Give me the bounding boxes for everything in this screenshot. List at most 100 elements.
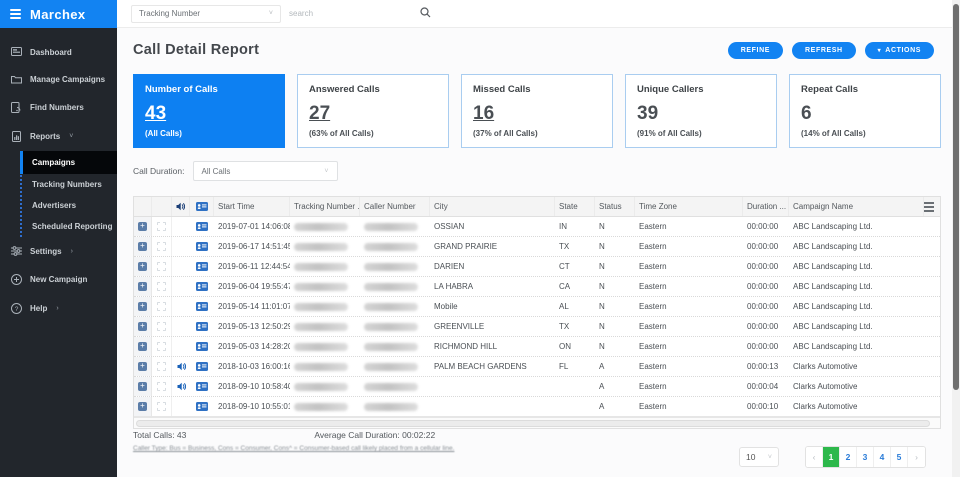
- cell-duration: 00:00:00: [747, 242, 779, 251]
- expand-row-button[interactable]: +: [138, 382, 147, 391]
- stat-card-unique-callers[interactable]: Unique Callers 39 (91% of All Calls): [625, 74, 777, 148]
- column-header-time-zone[interactable]: Time Zone: [635, 197, 743, 216]
- sidebar-item-manage-campaigns[interactable]: Manage Campaigns: [0, 66, 117, 93]
- search-type-select[interactable]: Tracking Number ˅: [131, 4, 281, 23]
- row-checkbox[interactable]: [157, 282, 166, 291]
- sidebar-item-find-numbers[interactable]: Find Numbers: [0, 93, 117, 122]
- refine-button[interactable]: REFINE: [727, 42, 784, 59]
- contact-card-icon[interactable]: [196, 382, 208, 391]
- column-header-state[interactable]: State: [555, 197, 595, 216]
- sidebar-item-advertisers[interactable]: Advertisers: [22, 195, 117, 216]
- expand-row-button[interactable]: +: [138, 242, 147, 251]
- stat-card-number-of-calls[interactable]: Number of Calls 43 (All Calls): [133, 74, 285, 148]
- table-row[interactable]: + 2019-05-03 14:28:20 RICHMOND HILL ON N…: [134, 337, 940, 357]
- hamburger-menu-icon[interactable]: [10, 9, 21, 19]
- table-row[interactable]: + 2019-06-11 12:44:54 DARIEN CT N Easter…: [134, 257, 940, 277]
- horizontal-scrollbar-thumb[interactable]: [136, 420, 930, 427]
- page-button-1[interactable]: 1: [823, 447, 840, 467]
- table-row[interactable]: + 2019-05-14 11:01:07 Mobile AL N Easter…: [134, 297, 940, 317]
- table-row[interactable]: + 2018-09-10 10:58:40 A Eastern 00:00:04…: [134, 377, 940, 397]
- stat-card-value[interactable]: 27: [309, 103, 330, 125]
- topbar: Tracking Number ˅: [117, 0, 960, 28]
- action-buttons: REFINE REFRESH ▾ ACTIONS: [727, 42, 934, 59]
- row-checkbox[interactable]: [157, 362, 166, 371]
- expand-row-button[interactable]: +: [138, 282, 147, 291]
- column-header-duration[interactable]: Duration ...: [743, 197, 789, 216]
- stat-card-value[interactable]: 43: [145, 103, 166, 125]
- actions-button-label: ACTIONS: [885, 47, 921, 54]
- sidebar-item-settings[interactable]: Settings ›: [0, 237, 117, 265]
- row-checkbox[interactable]: [157, 402, 166, 411]
- cell-state: [555, 377, 595, 396]
- row-checkbox[interactable]: [157, 302, 166, 311]
- table-row[interactable]: + 2019-05-13 12:50:29 GREENVILLE TX N Ea…: [134, 317, 940, 337]
- stat-card-repeat-calls[interactable]: Repeat Calls 6 (14% of All Calls): [789, 74, 941, 148]
- page-button-2[interactable]: 2: [840, 447, 857, 467]
- vertical-scrollbar-thumb[interactable]: [953, 4, 959, 390]
- expand-row-button[interactable]: +: [138, 262, 147, 271]
- page-button-5[interactable]: 5: [891, 447, 908, 467]
- page-button-4[interactable]: 4: [874, 447, 891, 467]
- expand-row-button[interactable]: +: [138, 342, 147, 351]
- column-header-city[interactable]: City: [430, 197, 555, 216]
- stat-card-missed-calls[interactable]: Missed Calls 16 (37% of All Calls): [461, 74, 613, 148]
- prev-page-button[interactable]: ‹: [806, 447, 823, 467]
- stat-card-caption: (63% of All Calls): [309, 129, 374, 138]
- horizontal-scrollbar[interactable]: [134, 417, 940, 428]
- page-button-3[interactable]: 3: [857, 447, 874, 467]
- call-duration-select[interactable]: All Calls ˅: [192, 161, 338, 181]
- contact-card-icon[interactable]: [196, 342, 208, 351]
- column-header-start-time[interactable]: Start Time: [214, 197, 290, 216]
- stat-card-answered-calls[interactable]: Answered Calls 27 (63% of All Calls): [297, 74, 449, 148]
- column-header-status[interactable]: Status: [595, 197, 635, 216]
- sidebar-item-scheduled-reporting[interactable]: Scheduled Reporting: [22, 216, 117, 237]
- row-checkbox[interactable]: [157, 322, 166, 331]
- play-audio-icon[interactable]: [177, 382, 186, 391]
- row-checkbox[interactable]: [157, 262, 166, 271]
- sidebar-item-reports[interactable]: Reports ˅: [0, 122, 117, 151]
- expand-row-button[interactable]: +: [138, 402, 147, 411]
- expand-row-button[interactable]: +: [138, 322, 147, 331]
- sidebar-item-tracking-numbers[interactable]: Tracking Numbers: [22, 174, 117, 195]
- redacted-caller-number: [364, 382, 418, 391]
- row-checkbox[interactable]: [157, 242, 166, 251]
- row-checkbox[interactable]: [157, 342, 166, 351]
- table-row[interactable]: + 2019-06-17 14:51:45 GRAND PRAIRIE TX N…: [134, 237, 940, 257]
- table-row[interactable]: + 2018-10-03 16:00:16 PALM BEACH GARDENS…: [134, 357, 940, 377]
- vertical-scrollbar[interactable]: [952, 0, 960, 477]
- expand-row-button[interactable]: +: [138, 302, 147, 311]
- row-checkbox[interactable]: [157, 382, 166, 391]
- sidebar-item-new-campaign[interactable]: New Campaign: [0, 265, 117, 294]
- contact-card-icon[interactable]: [196, 222, 208, 231]
- contact-card-icon[interactable]: [196, 322, 208, 331]
- contact-card-icon[interactable]: [196, 242, 208, 251]
- row-checkbox[interactable]: [157, 222, 166, 231]
- table-row[interactable]: + 2019-06-04 19:55:47 LA HABRA CA N East…: [134, 277, 940, 297]
- cell-state: TX: [559, 242, 570, 251]
- page-size-select[interactable]: 10 ˅: [739, 447, 779, 467]
- contact-card-icon[interactable]: [196, 302, 208, 311]
- contact-card-icon[interactable]: [196, 402, 208, 411]
- table-row[interactable]: + 2019-07-01 14:06:08 OSSIAN IN N Easter…: [134, 217, 940, 237]
- table-row[interactable]: + 2018-09-10 10:55:01 A Eastern 00:00:10…: [134, 397, 940, 417]
- column-header-tracking-number[interactable]: Tracking Number ...: [290, 197, 360, 216]
- next-page-button[interactable]: ›: [908, 447, 925, 467]
- expand-row-button[interactable]: +: [138, 362, 147, 371]
- sidebar-item-campaigns[interactable]: Campaigns: [20, 151, 117, 174]
- sidebar-item-dashboard[interactable]: Dashboard: [0, 38, 117, 66]
- stat-card-value[interactable]: 16: [473, 103, 494, 125]
- search-input[interactable]: [289, 4, 409, 23]
- redacted-tracking-number: [294, 362, 348, 371]
- refresh-button[interactable]: REFRESH: [792, 42, 856, 59]
- search-icon[interactable]: [420, 7, 431, 18]
- contact-card-icon[interactable]: [196, 262, 208, 271]
- column-menu-icon[interactable]: [924, 201, 934, 212]
- contact-card-icon[interactable]: [196, 362, 208, 371]
- play-audio-icon[interactable]: [177, 362, 186, 371]
- column-header-caller-number[interactable]: Caller Number: [360, 197, 430, 216]
- actions-dropdown-button[interactable]: ▾ ACTIONS: [864, 42, 934, 59]
- column-header-campaign-name[interactable]: Campaign Name: [789, 197, 924, 216]
- expand-row-button[interactable]: +: [138, 222, 147, 231]
- contact-card-icon[interactable]: [196, 282, 208, 291]
- sidebar-item-help[interactable]: ? Help ›: [0, 294, 117, 323]
